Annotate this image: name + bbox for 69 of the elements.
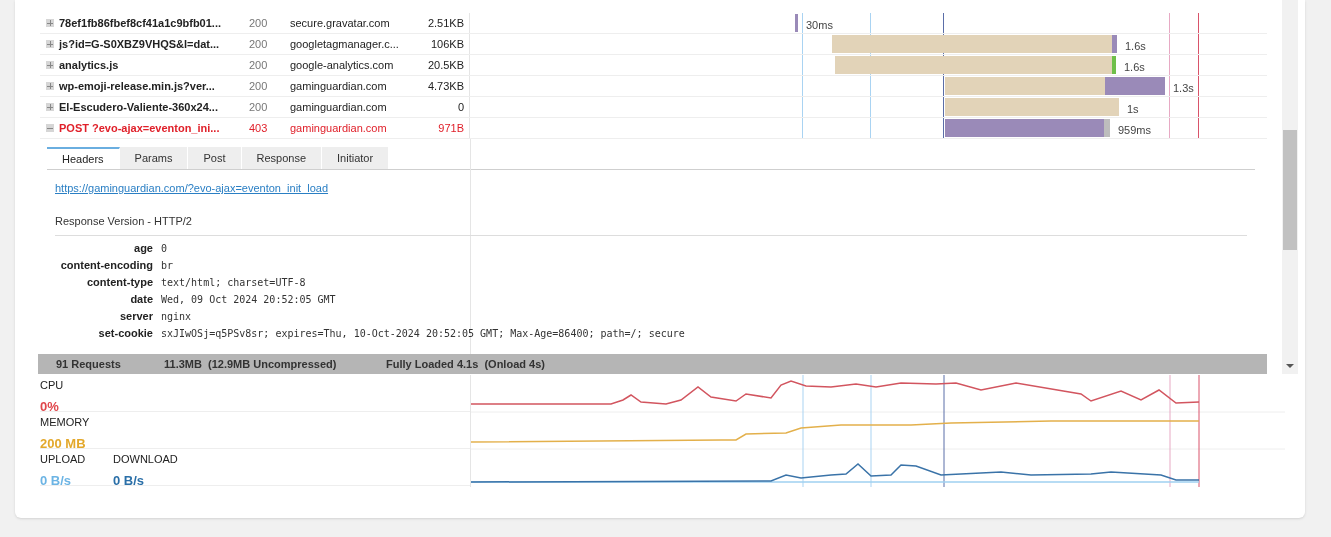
transfer-size: 11.3MB (12.9MB Uncompressed) [164, 356, 338, 372]
metric-value: 200 MB [40, 434, 86, 453]
request-name[interactable]: POST ?evo-ajax=eventon_ini... [59, 119, 249, 137]
header-value: nginx [161, 310, 192, 324]
response-version-text: Response Version - HTTP/2 [55, 213, 192, 229]
header-value: Wed, 09 Oct 2024 20:52:05 GMT [161, 293, 336, 307]
metric-value: 0 B/s [113, 471, 145, 490]
details-tab[interactable]: Initiator [322, 147, 390, 169]
domain-text: google-analytics.com [290, 57, 395, 73]
header-value: sxJIwOSj=q5PSv8sr; expires=Thu, 10-Oct-2024 20:52:05 GMT; Max-Age=86400; path=/; secure [161, 327, 685, 341]
expand-icon[interactable] [46, 61, 54, 69]
domain-text: gaminguardian.com [290, 120, 388, 136]
header-name: age [134, 241, 153, 257]
details-tab[interactable]: Response [241, 147, 323, 169]
header-value: 0 [161, 242, 168, 256]
expand-icon[interactable] [46, 40, 54, 48]
request-name[interactable]: js?id=G-S0XBZ9VHQS&l=dat... [59, 35, 249, 53]
metric-value: 0% [40, 397, 59, 416]
request-name[interactable]: 78ef1fb86fbef8cf41a1c9bfb01... [59, 14, 249, 32]
header-value: text/html; charset=UTF-8 [161, 276, 306, 290]
duration-text: 1.6s [1125, 39, 1146, 54]
duration-text: 1.6s [1124, 60, 1145, 75]
domain-text: gaminguardian.com [290, 78, 388, 94]
details-tab[interactable]: Params [119, 147, 189, 169]
request-count: 91 Requests [56, 356, 122, 372]
status-code: 200 [249, 99, 269, 115]
metric-label: CPU [40, 378, 64, 393]
expand-icon[interactable] [46, 103, 54, 111]
header-name: content-encoding [60, 258, 153, 274]
metric-label: UPLOAD [40, 452, 86, 467]
request-name[interactable]: analytics.js [59, 56, 249, 74]
domain-text: googletagmanager.c... [290, 36, 400, 52]
header-name: set-cookie [98, 326, 153, 342]
size-text: 971B [437, 120, 464, 136]
duration-text: 30ms [806, 18, 833, 33]
timing-bar [795, 14, 798, 32]
request-url-link[interactable]: https://gaminguardian.com/?evo-ajax=eventon_init_load [55, 182, 329, 194]
status-code: 200 [249, 57, 269, 73]
header-value: br [161, 259, 174, 273]
size-text: 2.51KB [426, 15, 464, 31]
status-code: 403 [249, 120, 269, 136]
status-code: 200 [249, 15, 269, 31]
expand-icon[interactable] [46, 82, 54, 90]
expand-icon[interactable] [46, 19, 54, 27]
header-name: date [130, 292, 153, 308]
domain-text: secure.gravatar.com [290, 15, 391, 31]
status-code: 200 [249, 36, 269, 52]
scroll-down-icon[interactable] [1286, 364, 1294, 368]
details-tab[interactable]: Post [188, 147, 242, 169]
size-text: 0 [456, 99, 464, 115]
request-name[interactable]: wp-emoji-release.min.js?ver... [59, 77, 249, 95]
header-name: server [119, 309, 153, 325]
duration-text: 1s [1127, 102, 1139, 117]
domain-text: gaminguardian.com [290, 99, 388, 115]
metric-label: DOWNLOAD [113, 452, 178, 467]
header-name: content-type [87, 275, 153, 291]
duration-text: 1.3s [1173, 81, 1194, 96]
load-time: Fully Loaded 4.1s (Onload 4s) [386, 356, 545, 372]
duration-text: 959ms [1118, 123, 1152, 138]
metric-value: 0 B/s [40, 471, 72, 490]
size-text: 106KB [429, 36, 464, 52]
scrollbar[interactable] [1282, 0, 1298, 374]
size-text: 4.73KB [426, 78, 464, 94]
collapse-icon[interactable] [46, 124, 54, 132]
metric-label: MEMORY [40, 415, 90, 430]
status-code: 200 [249, 78, 269, 94]
scrollbar-thumb[interactable] [1283, 130, 1297, 250]
size-text: 20.5KB [426, 57, 464, 73]
request-name[interactable]: El-Escudero-Valiente-360x24... [59, 98, 249, 116]
